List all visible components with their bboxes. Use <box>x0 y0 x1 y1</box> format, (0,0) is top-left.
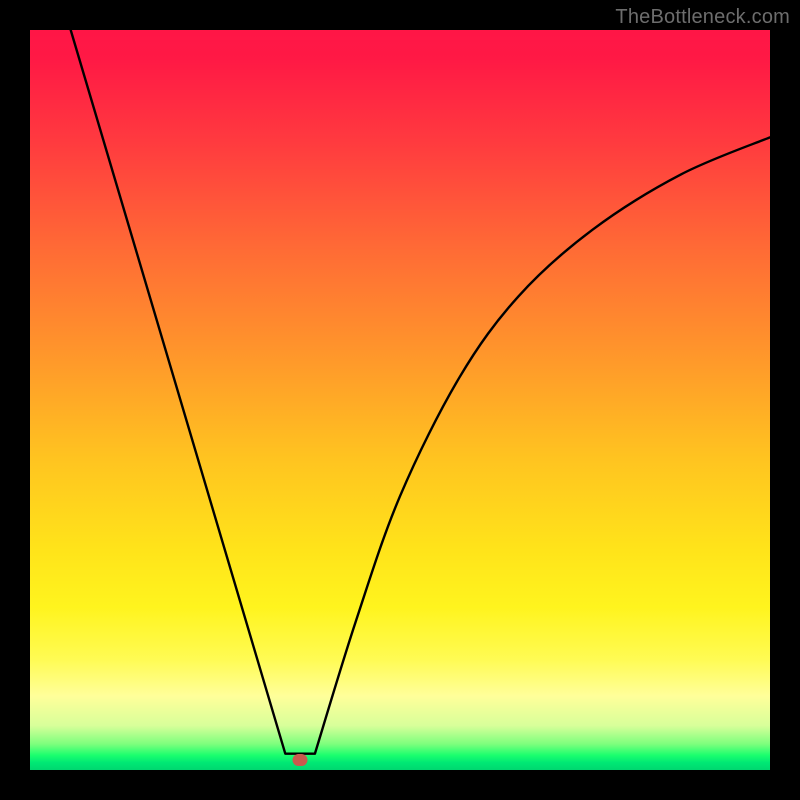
optimum-marker <box>293 754 308 766</box>
attribution-text: TheBottleneck.com <box>615 6 790 29</box>
plot-area <box>30 30 770 770</box>
chart-viewport: TheBottleneck.com <box>0 0 800 800</box>
bottleneck-curve <box>30 30 770 770</box>
curve-path <box>71 30 770 754</box>
